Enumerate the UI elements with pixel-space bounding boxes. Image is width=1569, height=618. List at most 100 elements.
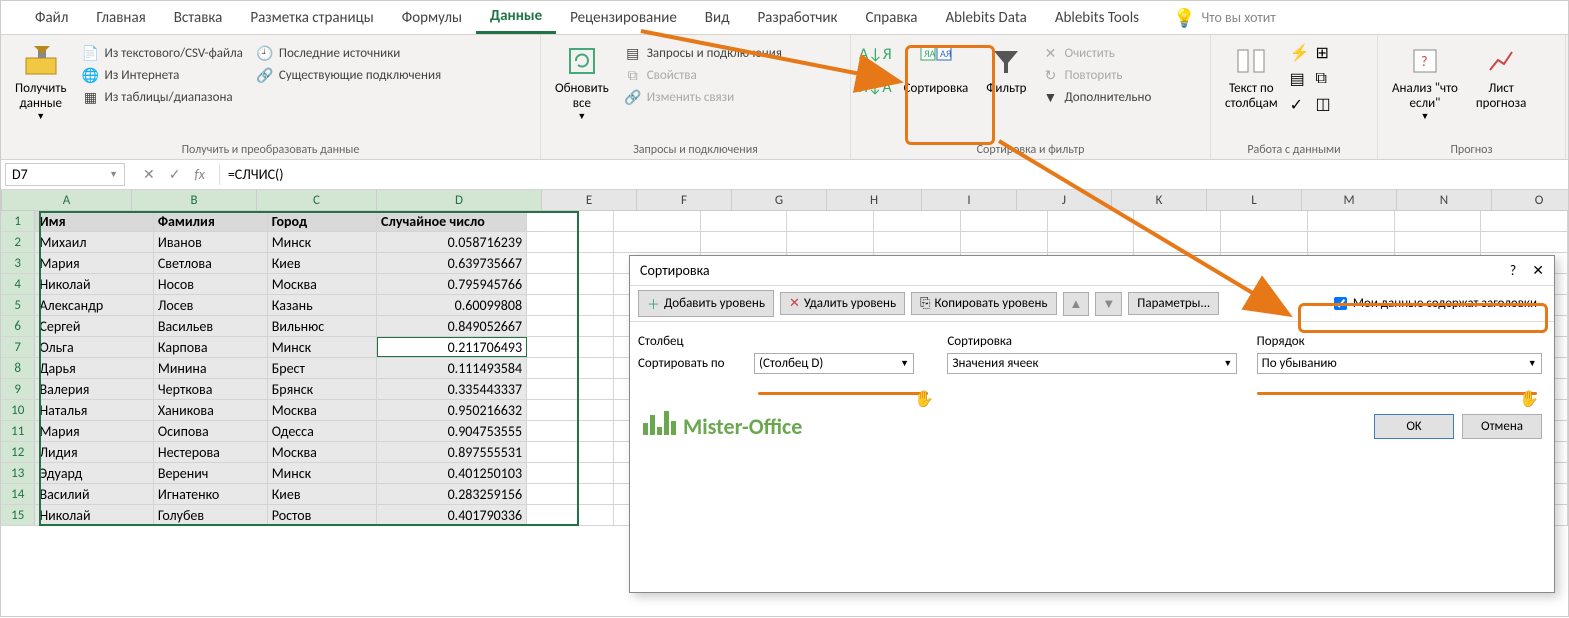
cell[interactable] bbox=[527, 463, 614, 483]
cell[interactable]: Сергей bbox=[35, 316, 153, 336]
text-to-columns-button[interactable]: Текст по столбцам bbox=[1219, 39, 1284, 115]
tab-review[interactable]: Рецензирование bbox=[556, 3, 691, 33]
cell[interactable]: 0.283259156 bbox=[377, 484, 527, 504]
cell[interactable] bbox=[1134, 232, 1221, 252]
cell[interactable] bbox=[787, 232, 874, 252]
cell[interactable]: 0.401250103 bbox=[377, 463, 527, 483]
ok-button[interactable]: OK bbox=[1374, 414, 1454, 439]
cell[interactable]: Случайное число bbox=[377, 211, 527, 231]
cell[interactable]: Наталья bbox=[35, 400, 153, 420]
cell[interactable]: Василий bbox=[35, 484, 153, 504]
cell[interactable] bbox=[527, 295, 614, 315]
cell[interactable] bbox=[1048, 232, 1135, 252]
cell[interactable]: Мария bbox=[35, 421, 153, 441]
cell[interactable] bbox=[614, 211, 701, 231]
sort-button[interactable]: ЯААЯ Сортировка bbox=[898, 39, 975, 100]
cell[interactable]: Карпова bbox=[154, 337, 268, 357]
cell[interactable]: Город bbox=[268, 211, 377, 231]
cell[interactable] bbox=[787, 211, 874, 231]
cell[interactable]: Москва bbox=[268, 400, 377, 420]
from-csv-button[interactable]: 📄Из текстового/CSV-файла bbox=[78, 43, 246, 63]
cell[interactable] bbox=[1395, 232, 1482, 252]
cell[interactable] bbox=[614, 232, 701, 252]
row-header[interactable]: 13 bbox=[1, 463, 35, 483]
cell[interactable]: Минск bbox=[268, 232, 377, 252]
close-icon[interactable]: ✕ bbox=[1532, 262, 1544, 279]
cell[interactable] bbox=[1481, 211, 1568, 231]
cell[interactable]: Веренич bbox=[154, 463, 268, 483]
cell[interactable]: 0.211706493 bbox=[377, 337, 527, 357]
column-header[interactable]: G bbox=[732, 190, 827, 210]
cell[interactable]: Лидия bbox=[35, 442, 153, 462]
cell[interactable]: Васильев bbox=[154, 316, 268, 336]
recent-sources-button[interactable]: 🕘Последние источники bbox=[253, 43, 445, 63]
cell[interactable]: 0.401790336 bbox=[377, 505, 527, 525]
cell[interactable] bbox=[527, 442, 614, 462]
cell[interactable] bbox=[527, 211, 614, 231]
cell[interactable]: 0.849052667 bbox=[377, 316, 527, 336]
cell[interactable] bbox=[874, 211, 961, 231]
tab-ablebits-tools[interactable]: Ablebits Tools bbox=[1041, 3, 1153, 33]
tell-me-text[interactable]: Что вы хотит bbox=[1201, 9, 1275, 26]
cell[interactable] bbox=[527, 400, 614, 420]
move-up-button[interactable]: ▲ bbox=[1063, 292, 1090, 316]
cell[interactable]: Москва bbox=[268, 442, 377, 462]
cell[interactable] bbox=[527, 316, 614, 336]
existing-connections-button[interactable]: 🔗Существующие подключения bbox=[253, 65, 445, 85]
row-header[interactable]: 8 bbox=[1, 358, 35, 378]
help-icon[interactable]: ? bbox=[1510, 262, 1517, 279]
column-header[interactable]: B bbox=[132, 190, 257, 210]
cancel-button[interactable]: Отмена bbox=[1462, 414, 1542, 439]
column-header[interactable]: D bbox=[377, 190, 542, 210]
cell[interactable]: Ханикова bbox=[154, 400, 268, 420]
copy-level-button[interactable]: ⎘Копировать уровень bbox=[911, 292, 1056, 315]
cell[interactable]: 0.335443337 bbox=[377, 379, 527, 399]
forecast-sheet-button[interactable]: Лист прогноза bbox=[1470, 39, 1532, 115]
headers-checkbox-input[interactable] bbox=[1334, 297, 1347, 310]
sort-on-combo[interactable]: Значения ячеек▼ bbox=[947, 353, 1237, 374]
cell[interactable]: Брест bbox=[268, 358, 377, 378]
column-header[interactable]: J bbox=[1017, 190, 1112, 210]
from-range-button[interactable]: ▦Из таблицы/диапазона bbox=[78, 87, 246, 107]
cell[interactable] bbox=[961, 211, 1048, 231]
row-header[interactable]: 12 bbox=[1, 442, 35, 462]
move-down-button[interactable]: ▼ bbox=[1095, 292, 1122, 316]
options-button[interactable]: Параметры... bbox=[1128, 292, 1219, 315]
column-header[interactable]: E bbox=[542, 190, 637, 210]
cell[interactable] bbox=[701, 232, 788, 252]
row-header[interactable]: 15 bbox=[1, 505, 35, 525]
refresh-all-button[interactable]: Обновить все ▼ bbox=[549, 39, 615, 126]
cell[interactable]: Минск bbox=[268, 337, 377, 357]
cell[interactable] bbox=[1395, 211, 1482, 231]
cell[interactable] bbox=[874, 232, 961, 252]
clear-filter-button[interactable]: ✕Очистить bbox=[1038, 43, 1155, 63]
cell[interactable]: Киев bbox=[268, 253, 377, 273]
queries-connections-button[interactable]: ▤Запросы и подключения bbox=[621, 43, 786, 63]
row-header[interactable]: 2 bbox=[1, 232, 35, 252]
cell[interactable]: Мария bbox=[35, 253, 153, 273]
cell[interactable]: Одесса bbox=[268, 421, 377, 441]
cell[interactable]: Валерия bbox=[35, 379, 153, 399]
consolidate-icon[interactable]: ⊞ bbox=[1316, 43, 1331, 63]
edit-links-button[interactable]: 🔗Изменить связи bbox=[621, 87, 786, 107]
cell[interactable]: Дарья bbox=[35, 358, 153, 378]
get-data-button[interactable]: Получить данные ▼ bbox=[9, 39, 72, 126]
cell[interactable] bbox=[1134, 211, 1221, 231]
column-header[interactable]: I bbox=[922, 190, 1017, 210]
cell[interactable] bbox=[527, 379, 614, 399]
cell[interactable]: Нестерова bbox=[154, 442, 268, 462]
row-header[interactable]: 9 bbox=[1, 379, 35, 399]
cell[interactable]: Черткова bbox=[154, 379, 268, 399]
add-level-button[interactable]: ＋Добавить уровень bbox=[638, 290, 774, 317]
cell[interactable] bbox=[1308, 211, 1395, 231]
column-header[interactable]: H bbox=[827, 190, 922, 210]
column-header[interactable]: O bbox=[1492, 190, 1569, 210]
headers-checkbox[interactable]: Мои данные содержат заголовки bbox=[1325, 292, 1546, 315]
cell[interactable] bbox=[1481, 232, 1568, 252]
cell[interactable] bbox=[701, 211, 788, 231]
cell[interactable]: Киев bbox=[268, 484, 377, 504]
cell[interactable]: Имя bbox=[35, 211, 153, 231]
from-web-button[interactable]: 🌐Из Интернета bbox=[78, 65, 246, 85]
cell[interactable]: Вильнюс bbox=[268, 316, 377, 336]
cell[interactable]: Игнатенко bbox=[154, 484, 268, 504]
